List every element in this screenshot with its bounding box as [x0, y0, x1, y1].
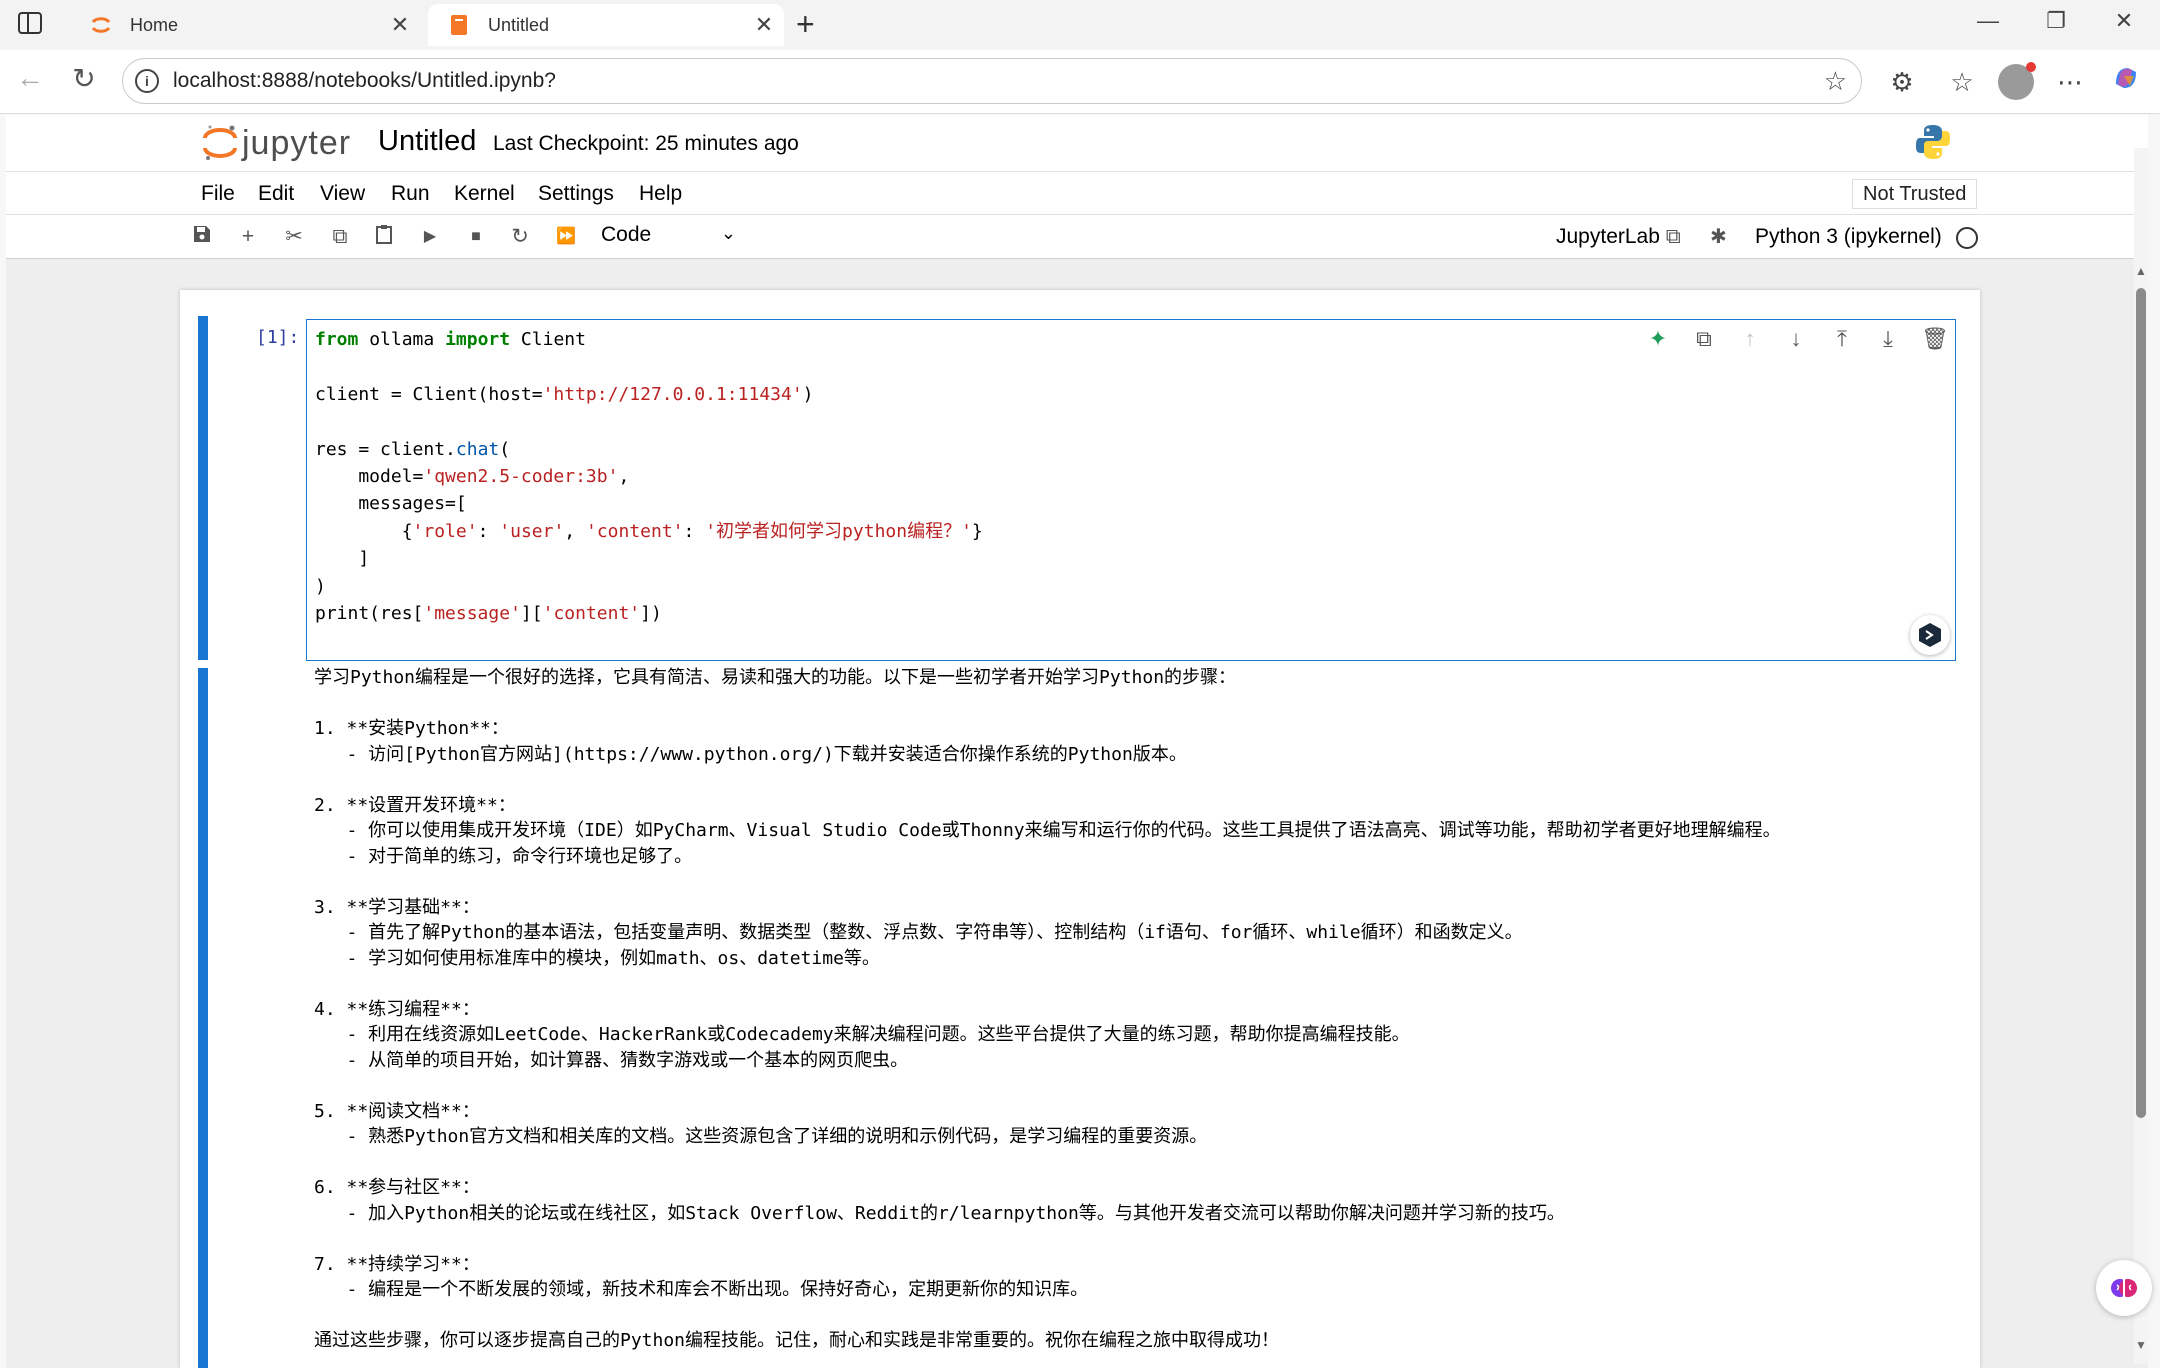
jupyter-favicon-icon	[90, 14, 112, 36]
browser-navbar: ← ↻ i localhost:8888/notebooks/Untitled.…	[0, 50, 2160, 114]
notebook-favicon-icon	[448, 14, 470, 36]
jupyter-logo[interactable]: jupyter	[202, 123, 351, 163]
chevron-down-icon: ⌄	[720, 223, 736, 243]
cell-toolbar: ✦ ⧉ ↑ ↓ ⤒ ⤓ 🗑	[1645, 326, 1949, 352]
profile-avatar[interactable]	[1998, 62, 2036, 100]
move-down-icon[interactable]: ↓	[1783, 326, 1809, 352]
code-line[interactable]	[315, 353, 983, 380]
code-line[interactable]: model='qwen2.5-coder:3b',	[315, 463, 983, 490]
code-line[interactable]: ]	[315, 545, 983, 572]
copy-icon[interactable]: ⧉	[326, 224, 354, 250]
menu-view[interactable]: View	[320, 182, 365, 206]
jupyter-header: jupyter Untitled Last Checkpoint: 25 min…	[6, 115, 2148, 172]
scroll-down-icon[interactable]: ▼	[2134, 1338, 2148, 1352]
kernel-name[interactable]: Python 3 (ipykernel)	[1755, 225, 1942, 249]
code-editor[interactable]: from ollama import Client client = Clien…	[306, 319, 1956, 661]
browser-tabstrip: Home ✕ Untitled ✕ + — ❐ ✕	[0, 0, 2160, 50]
url-text[interactable]: localhost:8888/notebooks/Untitled.ipynb?	[173, 69, 1824, 93]
insert-below-icon[interactable]: ⤓	[1875, 326, 1901, 352]
scroll-up-icon[interactable]: ▲	[2134, 264, 2148, 278]
debugger-bug-icon[interactable]: ✱	[1710, 224, 1727, 249]
reload-icon[interactable]: ↻	[64, 62, 104, 95]
run-cell-icon[interactable]: ▶	[416, 224, 444, 250]
menu-kernel[interactable]: Kernel	[454, 182, 515, 206]
menu-run[interactable]: Run	[391, 182, 430, 206]
ai-sparkle-icon[interactable]: ✦	[1645, 326, 1671, 352]
delete-cell-icon[interactable]: 🗑	[1921, 326, 1949, 352]
favorite-star-icon[interactable]: ☆	[1824, 66, 1847, 97]
site-info-icon[interactable]: i	[135, 69, 159, 93]
cell-output-text: 学习Python编程是一个很好的选择，它具有简洁、易读和强大的功能。以下是一些初…	[314, 667, 1781, 1351]
jupyter-menubar: File Edit View Run Kernel Settings Help …	[6, 172, 2148, 215]
restore-icon[interactable]: ❐	[2026, 8, 2086, 34]
code-line[interactable]	[315, 408, 983, 435]
tab-home[interactable]: Home ✕	[70, 4, 420, 46]
restart-run-all-icon[interactable]: ⏩	[552, 224, 580, 250]
code-line[interactable]: {'role': 'user', 'content': '初学者如何学习pyth…	[315, 518, 983, 545]
menu-help[interactable]: Help	[639, 182, 682, 206]
trust-status-button[interactable]: Not Trusted	[1852, 179, 1978, 209]
code-line[interactable]: )	[315, 573, 983, 600]
code-line[interactable]: from ollama import Client	[315, 326, 983, 353]
jupyter-logo-icon	[203, 125, 237, 160]
back-icon[interactable]: ←	[10, 62, 50, 94]
copilot-icon[interactable]	[2106, 62, 2146, 102]
floating-assistant-brain-icon[interactable]	[2096, 1260, 2152, 1316]
cell-execution-prompt: [1]:	[256, 327, 300, 348]
interrupt-kernel-icon[interactable]: ■	[462, 224, 490, 250]
last-checkpoint: Last Checkpoint: 25 minutes ago	[493, 132, 799, 155]
kernel-status-idle-icon	[1956, 227, 1978, 249]
more-menu-icon[interactable]: ⋯	[2050, 62, 2090, 102]
minimize-icon[interactable]: —	[1958, 8, 2018, 34]
paste-icon[interactable]	[370, 224, 398, 250]
jupyterlab-link-label: JupyterLab	[1556, 225, 1660, 248]
duplicate-cell-icon[interactable]: ⧉	[1691, 326, 1717, 352]
add-cell-icon[interactable]: +	[234, 224, 262, 250]
jupyter-page: jupyter Untitled Last Checkpoint: 25 min…	[6, 115, 2148, 1368]
extensions-icon[interactable]: ⚙	[1882, 62, 1922, 102]
jupyterlab-link[interactable]: JupyterLab ⧉	[1556, 225, 1681, 249]
cell-output-collapser[interactable]	[198, 668, 208, 1368]
restart-kernel-icon[interactable]: ↻	[506, 224, 534, 250]
new-tab-button[interactable]: +	[796, 6, 815, 43]
page-scrollbar[interactable]: ▲ ▼	[2134, 148, 2148, 1364]
insert-above-icon[interactable]: ⤒	[1829, 326, 1855, 352]
sidebar-toggle-icon[interactable]	[18, 12, 42, 34]
tab-untitled-title: Untitled	[488, 14, 550, 35]
menu-edit[interactable]: Edit	[258, 182, 294, 206]
close-window-icon[interactable]: ✕	[2094, 8, 2154, 34]
jupyter-wordmark: jupyter	[242, 123, 352, 162]
cell-type-select[interactable]: Code ⌄	[601, 223, 736, 251]
cell-input-collapser[interactable]	[198, 316, 208, 660]
tab-home-close-icon[interactable]: ✕	[380, 12, 420, 38]
cell-type-value: Code	[601, 223, 652, 246]
scroll-thumb[interactable]	[2136, 288, 2146, 1118]
favorites-icon[interactable]: ☆	[1942, 62, 1982, 102]
external-link-icon: ⧉	[1665, 225, 1681, 248]
notebook-panel: [1]: from ollama import Client client = …	[180, 290, 1980, 1368]
code-content[interactable]: from ollama import Client client = Clien…	[315, 326, 983, 627]
code-line[interactable]: res = client.chat(	[315, 436, 983, 463]
save-icon[interactable]	[188, 224, 216, 250]
move-up-icon[interactable]: ↑	[1737, 326, 1763, 352]
python-logo-icon	[1914, 123, 1952, 166]
code-line[interactable]: print(res['message']['content'])	[315, 600, 983, 627]
code-line[interactable]: client = Client(host='http://127.0.0.1:1…	[315, 381, 983, 408]
menu-file[interactable]: File	[201, 182, 235, 206]
cut-icon[interactable]: ✂	[280, 224, 308, 250]
assistant-badge-icon[interactable]	[1910, 615, 1950, 655]
menu-settings[interactable]: Settings	[538, 182, 614, 206]
notebook-toolbar: + ✂ ⧉ ▶ ■ ↻ ⏩ Code ⌄ JupyterLab ⧉ ✱ Pyth…	[6, 215, 2148, 259]
tab-untitled[interactable]: Untitled ✕	[428, 4, 784, 46]
tab-untitled-close-icon[interactable]: ✕	[744, 12, 784, 38]
code-line[interactable]: messages=[	[315, 490, 983, 517]
tab-home-title: Home	[130, 14, 179, 35]
notebook-title[interactable]: Untitled	[378, 125, 476, 158]
address-bar[interactable]: i localhost:8888/notebooks/Untitled.ipyn…	[122, 58, 1862, 104]
